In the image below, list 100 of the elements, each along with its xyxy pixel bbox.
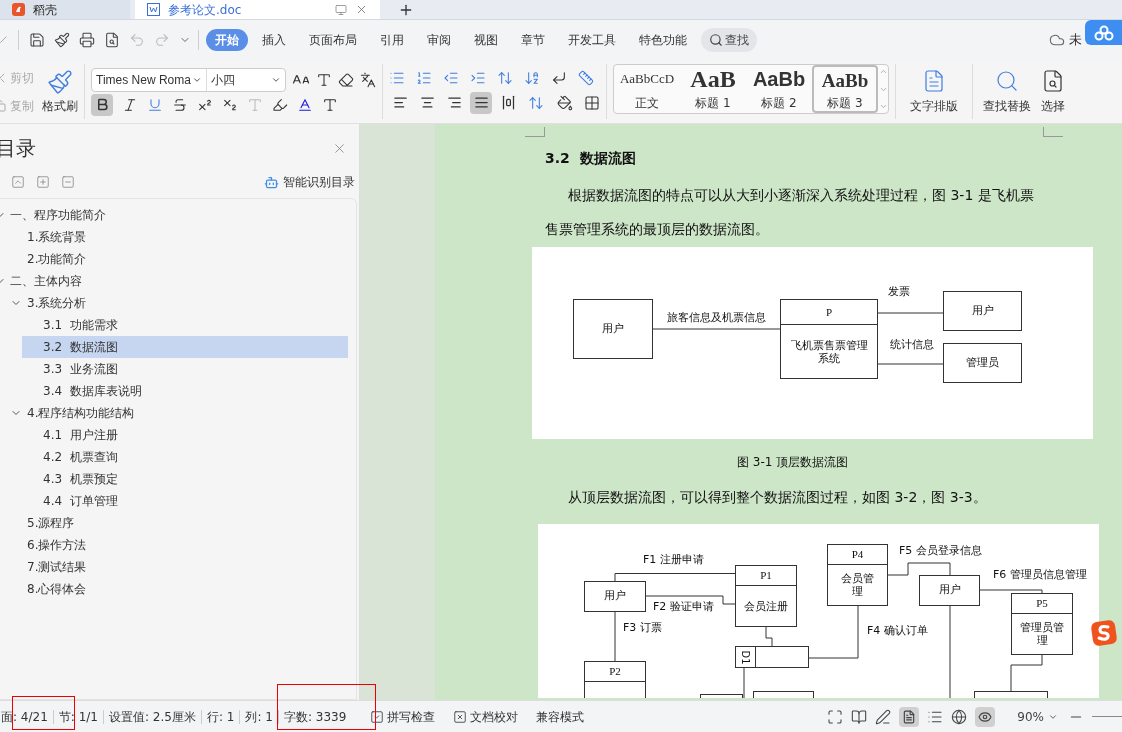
smart-toc-button[interactable]: 智能识别目录: [264, 173, 355, 191]
status-field: 字数: 3339: [283, 707, 347, 726]
outline-item[interactable]: 3.3 业务流图: [0, 358, 356, 380]
connector-line: [808, 605, 859, 659]
cloud-app-icon[interactable]: [1085, 20, 1122, 45]
format-painter-button[interactable]: 格式刷: [42, 62, 78, 121]
style-preset[interactable]: AaBbCcD 正文: [614, 65, 680, 113]
underline-icon[interactable]: [147, 96, 163, 113]
outline-item[interactable]: 5.源程序: [0, 512, 356, 534]
flow-label: 发票: [888, 285, 910, 299]
clear-format-icon[interactable]: [338, 71, 354, 88]
font-dropdown[interactable]: Times New Roma: [92, 68, 207, 91]
style-preset[interactable]: AaB 标题 1: [680, 65, 746, 113]
phonetic-guide-icon[interactable]: [360, 71, 376, 88]
annotation-frame: [12, 696, 75, 730]
monitor-icon[interactable]: [335, 3, 347, 16]
outline-item[interactable]: 4.2 机票查询: [0, 446, 356, 468]
save-icon[interactable]: [29, 32, 45, 48]
outline-item[interactable]: 4.3 机票预定: [0, 468, 356, 490]
body-paragraph: 从顶层数据流图，可以得到整个数据流图过程，如图 3-2，图 3-3。: [567, 488, 988, 507]
outline-item[interactable]: 3.4 数据库表说明: [0, 380, 356, 402]
outline-item[interactable]: 一、程序功能简介: [0, 204, 356, 226]
flow-label: 旅客信息及机票信息: [667, 311, 766, 325]
borders-icon[interactable]: [584, 94, 600, 111]
flow-label: 统计信息: [890, 338, 934, 352]
search-button[interactable]: 查找: [701, 28, 757, 52]
outline-item[interactable]: 4.1 用户注册: [0, 424, 356, 446]
font-color-icon[interactable]: [297, 96, 313, 113]
menu-tab[interactable]: 章节: [512, 29, 554, 51]
connector-line: [887, 562, 951, 576]
italic-icon[interactable]: [122, 96, 138, 113]
line-break-icon[interactable]: [551, 69, 567, 86]
robot-icon: [264, 174, 279, 190]
connector-line: [877, 363, 944, 365]
outline-item[interactable]: 4.4 订单管理: [0, 490, 356, 512]
menu-tab[interactable]: 引用: [371, 29, 413, 51]
flow-label: F2 验证申请: [653, 600, 714, 614]
spell-check-button[interactable]: 拼写检查: [370, 707, 436, 726]
text-direction-icon[interactable]: [497, 69, 513, 86]
print-icon[interactable]: [79, 32, 95, 48]
fullscreen-icon[interactable]: [827, 708, 844, 725]
find-replace-button[interactable]: 查找替换: [979, 62, 1035, 121]
section-heading: 3.2 数据流图: [545, 149, 637, 168]
menu-tab[interactable]: 页面布局: [300, 29, 366, 51]
search-icon: [709, 33, 723, 47]
ruler-icon[interactable]: [578, 69, 594, 86]
proofread-button[interactable]: 文档校对: [453, 707, 519, 726]
strikethrough-icon[interactable]: [172, 96, 188, 113]
process-box: P1 会员注册: [735, 565, 797, 627]
connector-line: [979, 589, 1043, 594]
process-box: P2: [584, 661, 646, 698]
reading-mode-icon[interactable]: [851, 708, 868, 725]
eye-protection-button[interactable]: [975, 706, 996, 727]
align-icon: [392, 95, 408, 110]
outline-item[interactable]: 3.2 数据流图: [22, 336, 348, 358]
align-icon: [446, 95, 462, 110]
menu-tab[interactable]: 插入: [253, 29, 295, 51]
edit-icon[interactable]: [875, 708, 892, 725]
document-tab[interactable]: 参考论文.doc: [135, 0, 380, 19]
document-tab[interactable]: 稻壳: [0, 0, 130, 19]
menu-tab[interactable]: 开发工具: [559, 29, 625, 51]
outline-item[interactable]: 7.测试结果: [0, 556, 356, 578]
close-icon[interactable]: [355, 3, 368, 16]
print-preview-icon[interactable]: [104, 32, 120, 48]
cloud-icon[interactable]: [1049, 32, 1065, 48]
zoom-dropdown[interactable]: 90%: [1017, 707, 1058, 726]
bold-button[interactable]: [91, 93, 113, 116]
brush-icon[interactable]: [54, 32, 70, 48]
outline-item[interactable]: 3.系统分析: [0, 292, 356, 314]
web-view-icon[interactable]: [951, 708, 968, 725]
highlighter-icon[interactable]: [272, 96, 288, 113]
style-preset[interactable]: AaBb 标题 2: [746, 65, 812, 113]
page-view-button[interactable]: [899, 706, 920, 727]
outline-item[interactable]: 1.系统背景: [0, 226, 356, 248]
shading-icon[interactable]: [557, 94, 573, 111]
typesetting-button[interactable]: 文字排版: [902, 62, 966, 121]
outline-item[interactable]: 2.功能简介: [0, 248, 356, 270]
connector-line: [614, 611, 616, 662]
align-icon: [473, 95, 489, 110]
align-button[interactable]: [470, 91, 492, 114]
numbered-list-icon[interactable]: [416, 69, 432, 86]
flow-label: F4 确认订单: [867, 624, 928, 638]
new-tab-icon[interactable]: [398, 2, 414, 18]
outline-item[interactable]: 8.心得体会: [0, 578, 356, 600]
menu-tab[interactable]: 特色功能: [630, 29, 696, 51]
select-icon: [1041, 68, 1065, 93]
align-icon: [500, 95, 516, 110]
line-spacing-icon[interactable]: [528, 94, 544, 111]
input-method-icon[interactable]: [1090, 619, 1118, 647]
outline-item[interactable]: 6.操作方法: [0, 534, 356, 556]
sort-icon[interactable]: [524, 69, 540, 86]
style-preset[interactable]: AaBb 标题 3: [812, 65, 878, 113]
menu-tab[interactable]: 审阅: [418, 29, 460, 51]
outline-item[interactable]: 4.程序结构功能结构: [0, 402, 356, 424]
outline-item[interactable]: 二、主体内容: [0, 270, 356, 292]
figure-caption: 图 3-1 顶层数据流图: [737, 454, 850, 471]
font-size-dropdown[interactable]: 小四: [207, 68, 285, 91]
menu-tab[interactable]: 视图: [465, 29, 507, 51]
outline-item[interactable]: 3.1 功能需求: [0, 314, 356, 336]
select-button[interactable]: 选择: [1035, 62, 1065, 121]
